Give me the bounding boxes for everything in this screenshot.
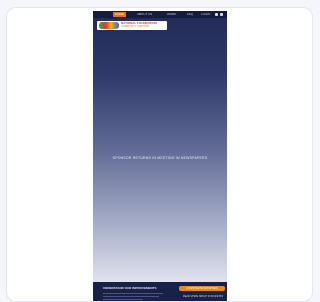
mobile-page-preview[interactable]: HOME ABOUT US WORK FAQ LOGIN NATIONAL FO…	[93, 11, 227, 301]
top-navigation-bar: HOME ABOUT US WORK FAQ LOGIN	[93, 11, 227, 18]
nav-item-login[interactable]: LOGIN	[201, 12, 210, 17]
preview-card: HOME ABOUT US WORK FAQ LOGIN NATIONAL FO…	[6, 7, 313, 302]
contribute-button[interactable]: CONTRIBUTE INITIATIVES	[179, 286, 225, 291]
footer-section: UNDERSTAND OUR IMPROVEMENTS CONTRIBUTE I…	[93, 282, 227, 301]
footer-text-line	[103, 296, 159, 297]
logo-subtitle: COMMUNITY SUPPORT	[121, 25, 150, 28]
nav-item-about[interactable]: ABOUT US	[137, 12, 152, 17]
logo-mark-icon	[99, 22, 119, 29]
nav-item-home[interactable]: HOME	[113, 12, 126, 17]
nav-item-work[interactable]: WORK	[167, 12, 176, 17]
footer-text-line	[103, 293, 163, 294]
hero-headline: SPONSOR RETURNS IN MEETING IN NEWSPAPERS	[112, 156, 208, 160]
search-icon[interactable]	[215, 13, 218, 16]
menu-icon[interactable]	[220, 13, 223, 16]
footer-heading: UNDERSTAND OUR IMPROVEMENTS	[103, 286, 157, 290]
nav-item-faq[interactable]: FAQ	[187, 12, 193, 17]
site-logo[interactable]: NATIONAL FOUNDATION COMMUNITY SUPPORT	[97, 21, 167, 30]
footer-text-line	[103, 299, 143, 300]
read-more-link[interactable]: READ MORE ABOUT FOUNDATION	[183, 295, 223, 299]
